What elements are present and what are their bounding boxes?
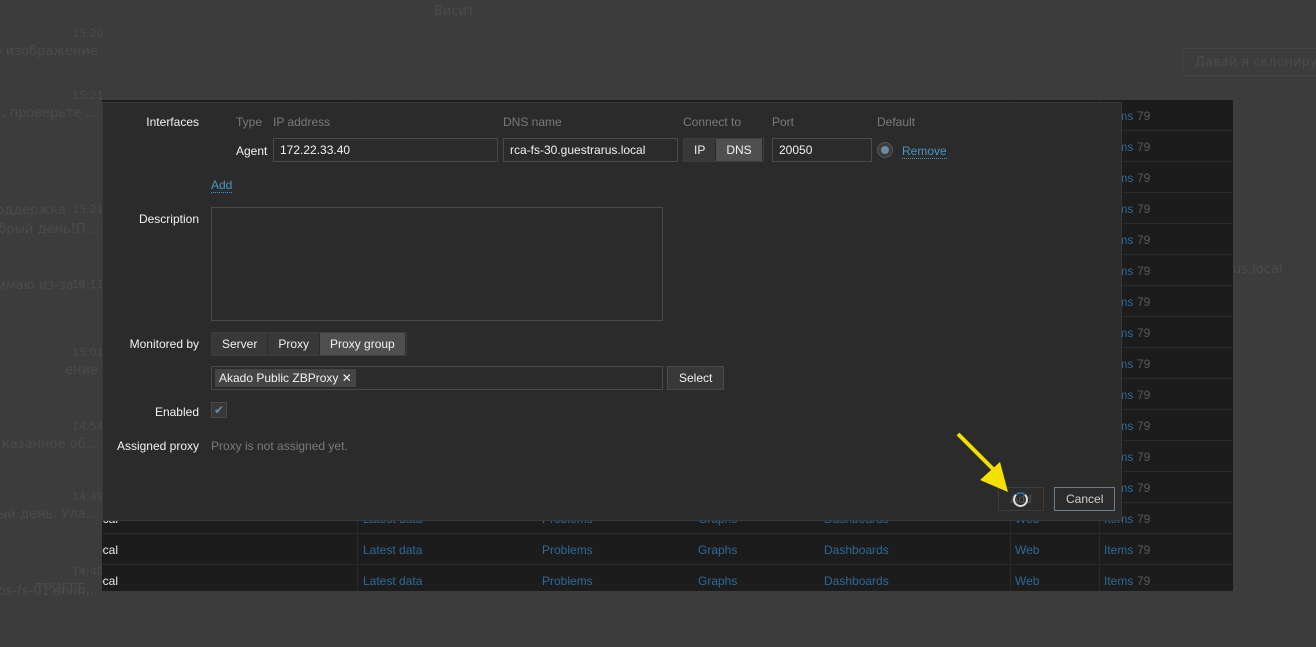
items-count: 79 [1137, 295, 1151, 309]
chat-time: 15:20 [72, 27, 104, 40]
graphs-link[interactable]: Graphs [698, 543, 737, 557]
proxy-group-chip-label: Akado Public ZBProxy [219, 371, 339, 385]
chat-time: 15:21 [72, 203, 104, 216]
items-count: 79 [1137, 388, 1151, 402]
proxy-group-multiselect[interactable]: Akado Public ZBProxy ✕ [211, 366, 663, 390]
items-count: 79 [1137, 171, 1151, 185]
items-link[interactable]: Items [1104, 574, 1133, 588]
dashboards-link[interactable]: Dashboards [824, 574, 889, 588]
chat-time: 14:49 [72, 490, 104, 503]
dashboards-link[interactable]: Dashboards [824, 543, 889, 557]
table-row: ocal Latest data Problems Graphs Dashboards W… [102, 534, 1233, 565]
proxy-group-chip: Akado Public ZBProxy ✕ [215, 369, 356, 387]
enabled-checkbox[interactable]: ✔ [211, 402, 227, 418]
chat-message: ый день. Ула... [0, 507, 98, 522]
enabled-label: Enabled [154, 405, 199, 419]
connect-dns-option[interactable]: DNS [716, 139, 763, 161]
description-textarea[interactable] [211, 207, 663, 321]
dns-input[interactable]: rca-fs-30.guestrarus.local [503, 138, 678, 162]
chat-message-preview: os-fs-01.srvin... [0, 584, 98, 599]
items-count: 79 [1137, 574, 1151, 588]
background-header-text: Висит [434, 4, 475, 19]
assigned-proxy-label: Assigned proxy [116, 439, 199, 453]
chat-message: ение [65, 363, 98, 378]
background-button: Давай я склонирую [1182, 48, 1316, 76]
table-row: ocal Latest data Problems Graphs Dashboards W… [102, 565, 1233, 591]
default-header: Default [877, 115, 916, 129]
items-count: 79 [1137, 512, 1151, 526]
chat-time: 14:54 [72, 420, 104, 433]
chat-time: 15:21 [72, 89, 104, 102]
host-name: ocal [102, 543, 119, 557]
items-count: 79 [1137, 543, 1151, 557]
chat-message: казанное об... [1, 437, 98, 452]
connect-ip-option[interactable]: IP [684, 139, 717, 161]
monitored-by-toggle: Server Proxy Proxy group [211, 332, 407, 356]
assigned-proxy-value: Proxy is not assigned yet. [211, 439, 348, 453]
cancel-button[interactable]: Cancel [1054, 487, 1116, 511]
latest-data-link[interactable]: Latest data [363, 543, 422, 557]
check-icon: ✔ [213, 403, 225, 417]
monitored-proxy-option[interactable]: Proxy [268, 333, 321, 355]
chat-message: и, проверьте ... [0, 106, 98, 121]
remove-chip-icon[interactable]: ✕ [342, 371, 352, 385]
default-radio[interactable] [877, 142, 893, 158]
chat-message: о изображение [0, 44, 98, 59]
chat-message-preview: брый день!П... [0, 222, 98, 237]
graphs-link[interactable]: Graphs [698, 574, 737, 588]
type-header: Type [236, 115, 263, 129]
chat-time: 14:40 [72, 565, 104, 578]
latest-data-link[interactable]: Latest data [363, 574, 422, 588]
chat-time: 15:01 [72, 346, 104, 359]
port-header: Port [772, 115, 795, 129]
port-input[interactable]: 20050 [772, 138, 872, 162]
items-count: 79 [1137, 233, 1151, 247]
remove-interface-link[interactable]: Remove [902, 144, 947, 159]
interfaces-label: Interfaces [146, 115, 199, 129]
items-count: 79 [1137, 450, 1151, 464]
background-right-text: us.local [1233, 262, 1283, 277]
web-link[interactable]: Web [1015, 543, 1039, 557]
items-count: 79 [1137, 481, 1151, 495]
description-label: Description [138, 212, 199, 226]
items-count: 79 [1137, 326, 1151, 340]
items-count: 79 [1137, 109, 1151, 123]
items-count: 79 [1137, 140, 1151, 154]
items-count: 79 [1137, 264, 1151, 278]
annotation-arrow-icon [956, 432, 1008, 492]
monitored-proxy-group-option[interactable]: Proxy group [320, 333, 406, 355]
chat-message: оддержка [0, 203, 66, 218]
items-link[interactable]: Items [1104, 543, 1133, 557]
connect-header: Connect to [683, 115, 742, 129]
items-count: 79 [1137, 419, 1151, 433]
connect-to-toggle: IP DNS [683, 138, 764, 162]
select-button[interactable]: Select [667, 366, 725, 390]
problems-link[interactable]: Problems [542, 574, 593, 588]
monitored-server-option[interactable]: Server [212, 333, 269, 355]
monitored-by-label: Monitored by [129, 337, 199, 351]
host-name: ocal [102, 574, 119, 588]
ip-input[interactable]: 172.22.33.40 [273, 138, 498, 162]
web-link[interactable]: Web [1015, 574, 1039, 588]
add-interface-link[interactable]: Add [211, 178, 233, 193]
ip-header: IP address [273, 115, 331, 129]
items-count: 79 [1137, 202, 1151, 216]
items-count: 79 [1137, 357, 1151, 371]
problems-link[interactable]: Problems [542, 543, 593, 557]
interface-type: Agent [236, 144, 268, 158]
chat-message: имаю из-за ч... [0, 278, 98, 293]
dns-header: DNS name [503, 115, 562, 129]
